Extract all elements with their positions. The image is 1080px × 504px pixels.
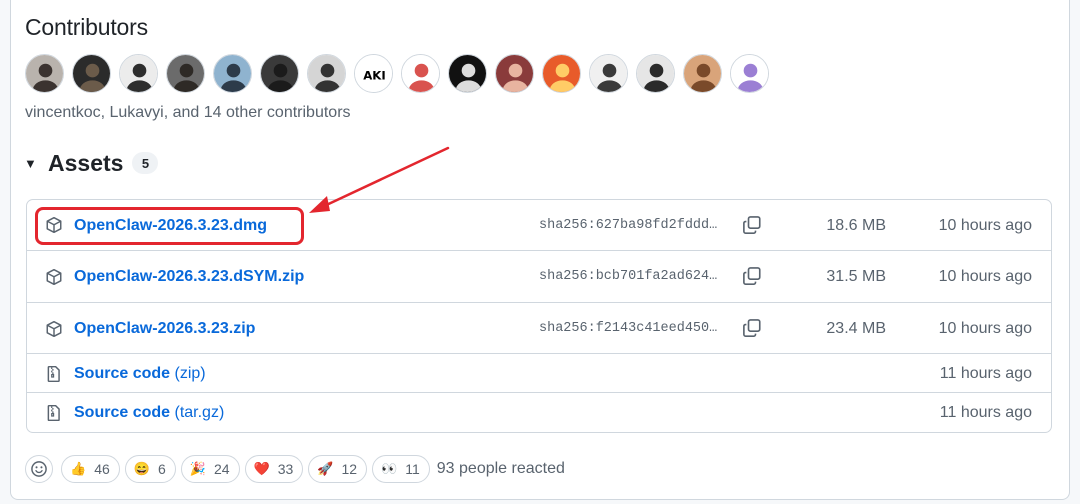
copy-icon[interactable] bbox=[742, 318, 762, 338]
contributors-heading: Contributors bbox=[25, 14, 148, 40]
package-icon bbox=[45, 268, 63, 286]
source-code-link[interactable]: Source code (zip) bbox=[74, 365, 206, 383]
contributor-avatar[interactable] bbox=[72, 54, 111, 93]
reaction-laugh-button[interactable]: 😄 6 bbox=[124, 455, 176, 483]
asset-time: 10 hours ago bbox=[938, 320, 1032, 337]
asset-link[interactable]: OpenClaw-2026.3.23.zip bbox=[74, 320, 255, 338]
file-zip-icon bbox=[45, 404, 63, 422]
reactions-bar: 👍 46 😄 6 🎉 24 ❤️ 33 🚀 12 👀 11 93 people reacte… bbox=[25, 454, 565, 484]
contributors-summary[interactable]: vincentkoc, Lukavyi, and 14 other contri… bbox=[25, 104, 351, 122]
contributor-avatar[interactable] bbox=[307, 54, 346, 93]
asset-row: OpenClaw-2026.3.23.dSYM.zip sha256:bcb70… bbox=[27, 251, 1051, 303]
reaction-heart-button[interactable]: ❤️ 33 bbox=[244, 455, 304, 483]
reaction-rocket-button[interactable]: 🚀 12 bbox=[308, 455, 368, 483]
reaction-hooray-button[interactable]: 🎉 24 bbox=[180, 455, 240, 483]
contributor-avatar[interactable] bbox=[25, 54, 64, 93]
package-icon bbox=[45, 320, 63, 338]
asset-row: Source code (zip) 11 hours ago bbox=[27, 354, 1051, 393]
add-reaction-button[interactable] bbox=[25, 455, 53, 483]
contributor-avatar[interactable] bbox=[683, 54, 722, 93]
assets-toggle[interactable]: ▼ Assets 5 bbox=[24, 148, 159, 178]
asset-time: 11 hours ago bbox=[939, 404, 1032, 421]
contributor-avatar[interactable] bbox=[495, 54, 534, 93]
contributor-avatar[interactable] bbox=[589, 54, 628, 93]
contributor-avatar[interactable] bbox=[166, 54, 205, 93]
asset-sha: sha256:627ba98fd2fddd… bbox=[539, 218, 718, 233]
asset-sha: sha256:bcb701fa2ad624… bbox=[539, 269, 718, 284]
asset-time: 10 hours ago bbox=[938, 268, 1032, 285]
heart-icon: ❤️ bbox=[253, 461, 270, 476]
contributor-avatar[interactable]: AKI bbox=[354, 54, 393, 93]
hooray-icon: 🎉 bbox=[189, 461, 206, 476]
asset-row: Source code (tar.gz) 11 hours ago bbox=[27, 393, 1051, 432]
reactions-summary: 93 people reacted bbox=[436, 460, 565, 477]
contributor-avatar[interactable] bbox=[542, 54, 581, 93]
asset-size: 18.6 MB bbox=[826, 217, 886, 234]
source-code-link[interactable]: Source code (tar.gz) bbox=[74, 404, 224, 422]
copy-icon[interactable] bbox=[742, 266, 762, 286]
asset-sha: sha256:f2143c41eed450… bbox=[539, 321, 718, 336]
caret-down-icon: ▼ bbox=[24, 155, 37, 171]
contributor-avatar[interactable] bbox=[213, 54, 252, 93]
asset-time: 11 hours ago bbox=[939, 365, 1032, 382]
contributor-avatar[interactable] bbox=[636, 54, 675, 93]
rocket-icon: 🚀 bbox=[317, 461, 334, 476]
svg-text:AKI: AKI bbox=[363, 68, 385, 82]
asset-size: 23.4 MB bbox=[826, 320, 886, 337]
reaction-eyes-button[interactable]: 👀 11 bbox=[372, 455, 430, 483]
annotation-arrow-icon bbox=[309, 146, 450, 213]
contributor-avatar[interactable] bbox=[119, 54, 158, 93]
reaction-thumbs-up-button[interactable]: 👍 46 bbox=[61, 455, 120, 483]
thumbs-up-icon: 👍 bbox=[70, 461, 87, 476]
contributor-avatar[interactable] bbox=[730, 54, 769, 93]
eyes-icon: 👀 bbox=[381, 461, 398, 476]
assets-count-badge: 5 bbox=[132, 152, 159, 174]
assets-heading: Assets bbox=[48, 149, 124, 176]
smiley-icon bbox=[31, 461, 47, 477]
contributor-avatar[interactable] bbox=[260, 54, 299, 93]
contributor-avatar[interactable] bbox=[401, 54, 440, 93]
file-zip-icon bbox=[45, 365, 63, 383]
asset-size: 31.5 MB bbox=[826, 268, 886, 285]
laugh-icon: 😄 bbox=[133, 461, 150, 476]
annotation-highlight-box bbox=[35, 207, 304, 245]
asset-link[interactable]: OpenClaw-2026.3.23.dSYM.zip bbox=[74, 268, 304, 286]
copy-icon[interactable] bbox=[742, 215, 762, 235]
asset-time: 10 hours ago bbox=[938, 217, 1032, 234]
contributor-avatar[interactable] bbox=[448, 54, 487, 93]
asset-row: OpenClaw-2026.3.23.zip sha256:f2143c41ee… bbox=[27, 303, 1051, 354]
